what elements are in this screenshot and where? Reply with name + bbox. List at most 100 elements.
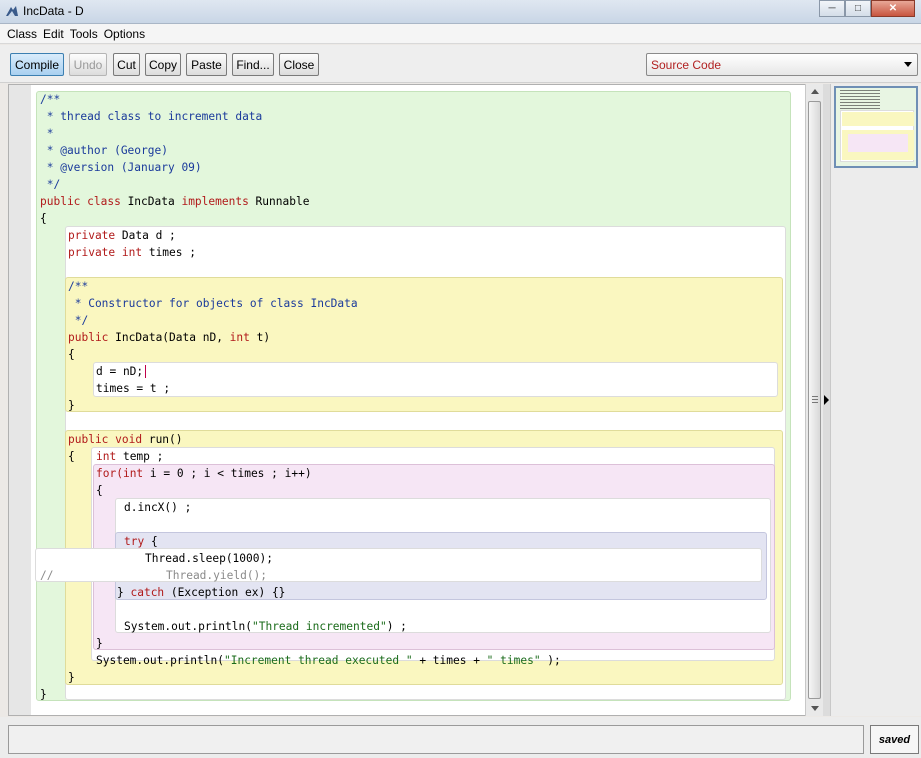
code-line-31: } [68,671,75,684]
nav-preview-constructor [842,112,914,126]
menu-bar: Class Edit Tools Options [0,24,921,44]
close-button[interactable]: Close [279,53,319,76]
code-line-8: { [40,212,47,225]
code-line-22: { [96,484,103,497]
code-token: } [117,586,131,599]
close-window-button[interactable]: ✕ [871,0,915,17]
navigation-panel [830,84,921,716]
find-button[interactable]: Find... [232,53,274,76]
code-token: + times + [412,654,487,667]
code-editor[interactable]: /** * thread class to increment data * *… [31,85,805,715]
code-line-12: * Constructor for objects of class IncDa… [68,297,358,310]
window-title: IncData - D [23,4,84,18]
code-line-9: private Data d ; [68,227,176,244]
code-token: "Increment thread executed " [223,654,413,667]
constructor-body-scope [93,362,778,397]
scroll-up-icon[interactable] [811,89,819,94]
code-line-4: * @author (George) [40,144,168,157]
code-line-2: * thread class to increment data [40,110,263,123]
code-line-14: public IncData(Data nD, int t) [68,329,270,346]
code-line-15: { [68,348,75,361]
code-token: t) [249,331,271,344]
code-token: int [122,467,144,480]
code-token: temp ; [116,450,164,463]
code-line-20a: { [68,450,75,463]
code-line-13: */ [68,314,89,327]
code-token: IncData [120,195,182,208]
paste-button[interactable]: Paste [186,53,227,76]
scrollbar-thumb[interactable] [808,101,821,699]
code-token: public void [68,433,143,446]
code-token: int [96,450,117,463]
nav-preview-comment [840,90,880,110]
code-token: (Exception ex) {} [164,586,286,599]
code-line-27: } catch (Exception ex) {} [117,584,285,601]
code-line-30: System.out.println("Increment thread exe… [96,652,561,669]
code-token: IncData(Data nD, [108,331,230,344]
code-line-17: times = t ; [96,382,171,395]
code-token: public class [40,195,121,208]
code-token: for( [96,467,123,480]
code-token: public [68,331,109,344]
code-token: implements [181,195,249,208]
code-line-16: d = nD; [96,365,144,378]
close-icon: ✕ [888,3,898,14]
scroll-down-icon[interactable] [811,706,819,711]
chevron-down-icon [904,62,912,67]
code-line-3: * [40,127,54,140]
menu-options[interactable]: Options [101,27,148,41]
code-token: times ; [142,246,196,259]
copy-button[interactable]: Copy [145,53,181,76]
maximize-button[interactable]: □ [845,0,871,17]
code-line-24: try { [124,533,158,550]
line-gutter[interactable] [9,85,31,715]
code-token: " times" [486,654,541,667]
code-token: private int [68,246,143,259]
code-line-10: private int times ; [68,244,196,261]
text-caret [145,365,146,378]
code-token: { [144,535,158,548]
code-line-5: * @version (January 09) [40,161,202,174]
code-line-25: Thread.sleep(1000); [145,552,273,565]
minimize-button[interactable]: ─ [819,0,845,17]
code-line-29: } [96,637,103,650]
code-line-26: Thread.yield(); [166,569,268,582]
code-token: int [229,331,250,344]
status-bar: saved [0,717,921,758]
menu-tools[interactable]: Tools [67,27,101,41]
status-message [8,725,864,754]
code-line-20: int temp ; [96,448,163,465]
menu-edit[interactable]: Edit [40,27,67,41]
code-token: run() [142,433,183,446]
vertical-scrollbar[interactable] [805,84,823,716]
view-mode-label: Source Code [651,58,722,72]
code-token: Data d ; [115,229,176,242]
code-line-21: for(int i = 0 ; i < times ; i++) [96,465,312,482]
code-token: System.out.println( [124,620,252,633]
code-line-7: public class IncData implements Runnable [40,193,309,210]
code-token: try [124,535,145,548]
code-line-1: /** [40,93,61,106]
code-token: ); [540,654,561,667]
code-token: private [68,229,116,242]
nav-preview-loop [848,134,908,152]
code-token: "Thread incremented" [251,620,387,633]
code-line-32: } [40,688,47,701]
navigation-view[interactable] [834,86,918,168]
chevron-right-icon[interactable] [824,395,829,405]
grip-icon [812,396,818,403]
navigation-splitter[interactable] [823,84,830,716]
code-line-18: } [68,399,75,412]
view-mode-select[interactable]: Source Code [646,53,918,76]
code-token: ) ; [386,620,407,633]
code-token: i = 0 ; i < times ; i++) [143,467,312,480]
compile-button[interactable]: Compile [10,53,64,76]
code-line-28: System.out.println("Thread incremented")… [124,618,407,635]
code-line-19: public void run() [68,431,183,448]
menu-class[interactable]: Class [4,27,40,41]
minimize-icon: ─ [828,3,836,14]
cut-button[interactable]: Cut [113,53,140,76]
undo-button[interactable]: Undo [69,53,107,76]
toolbar: Compile Undo Cut Copy Paste Find... Clos… [0,45,921,83]
maximize-icon: □ [854,3,862,14]
